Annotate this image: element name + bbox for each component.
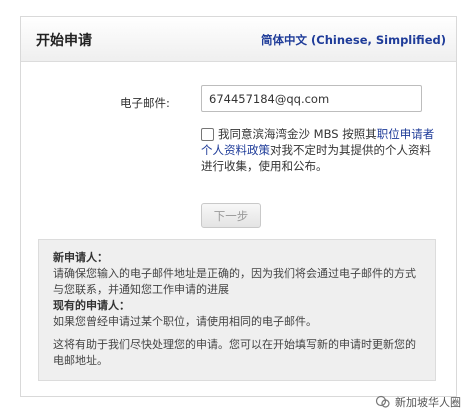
new-applicant-heading: 新申请人：	[53, 251, 108, 264]
wechat-icon	[375, 394, 391, 410]
new-applicant-text: 请确保您输入的电子邮件地址是正确的，因为我们将会通过电子邮件的方式与您联系，并通…	[53, 267, 416, 296]
existing-applicant-heading: 现有的申请人：	[53, 299, 130, 312]
info-box: 新申请人： 请确保您输入的电子邮件地址是正确的，因为我们将会通过电子邮件的方式与…	[38, 239, 436, 381]
page-title: 开始申请	[36, 33, 92, 49]
email-field[interactable]	[201, 85, 422, 112]
consent-section: 我同意滨海湾金沙 MBS 按照其职位申请者个人资料政策对我不定时为其提供的个人资…	[201, 126, 441, 174]
info-note: 这将有助于我们尽快处理您的申请。您可以在开始填写新的申请时更新您的电邮地址。	[53, 338, 416, 367]
email-label: 电子邮件:	[120, 96, 170, 110]
application-panel: 开始申请 简体中文 (Chinese, Simplified) 电子邮件: 我同…	[20, 16, 457, 397]
existing-applicant-text: 如果您曾经申请过某个职位，请使用相同的电子邮件。	[53, 315, 317, 328]
consent-text: 我同意滨海湾金沙 MBS 按照其职位申请者个人资料政策对我不定时为其提供的个人资…	[201, 126, 441, 174]
panel-header: 开始申请 简体中文 (Chinese, Simplified)	[21, 17, 456, 62]
consent-prefix: 我同意滨海湾金沙 MBS 按照其	[218, 127, 377, 141]
watermark-text: 新加坡华人圈	[395, 396, 461, 409]
consent-checkbox[interactable]	[201, 128, 214, 141]
language-selector-link[interactable]: 简体中文 (Chinese, Simplified)	[261, 32, 446, 48]
next-button[interactable]: 下一步	[201, 203, 261, 228]
watermark: 新加坡华人圈	[375, 394, 461, 410]
